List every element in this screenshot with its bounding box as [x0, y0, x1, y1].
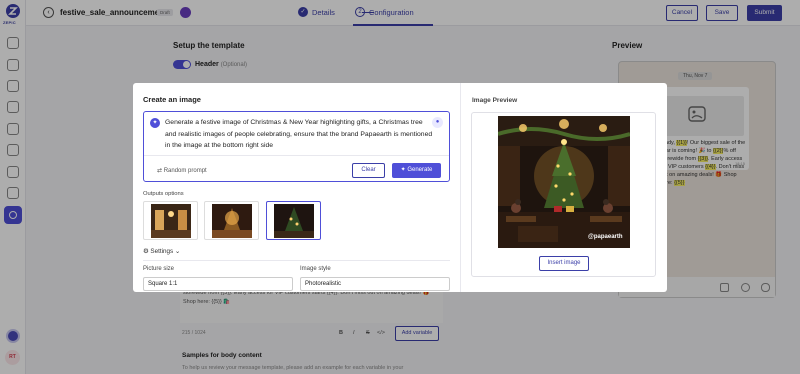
prompt-text[interactable]: Generate a festive image of Christmas & …	[165, 117, 433, 152]
image-style-label: Image style	[300, 266, 331, 272]
insert-image-button[interactable]: Insert image	[539, 256, 589, 271]
picture-size-select[interactable]: Square 1:1	[143, 277, 293, 291]
outputs-label: Outputs options	[143, 191, 184, 197]
image-style-select[interactable]: Photorealistic	[300, 277, 450, 291]
modal-title: Create an image	[143, 95, 201, 104]
christmas-scene-image	[498, 116, 630, 248]
output-option-1[interactable]	[143, 201, 198, 240]
watermark-text: @papaearth	[588, 234, 623, 240]
clear-button[interactable]: Clear	[352, 163, 385, 178]
thumbnail-image	[212, 204, 252, 238]
shuffle-icon: ⇄	[157, 168, 163, 174]
output-option-3-selected[interactable]	[266, 201, 321, 240]
settings-toggle[interactable]: ⚙ Settings ⌄	[143, 248, 180, 255]
generate-button[interactable]: ✦ Generate	[392, 163, 441, 178]
random-prompt-button[interactable]: ⇄ Random prompt	[157, 167, 207, 174]
settings-divider	[143, 260, 450, 261]
thumbnail-image	[151, 204, 191, 238]
picture-size-label: Picture size	[143, 266, 175, 272]
sparkle-icon: ✦	[400, 167, 406, 173]
image-preview-title: Image Preview	[472, 97, 518, 104]
prompt-divider	[144, 155, 449, 156]
random-prompt-label: Random prompt	[163, 168, 207, 174]
gear-icon: ⚙	[143, 248, 149, 255]
generated-image: @papaearth	[498, 116, 630, 248]
modal-divider	[460, 83, 461, 292]
thumbnail-image	[274, 204, 314, 238]
settings-label: Settings	[150, 248, 174, 255]
voice-input-icon[interactable]: ●	[432, 117, 443, 128]
generate-label: Generate	[407, 167, 433, 173]
sparkle-icon: ✦	[150, 118, 160, 128]
chevron-down-icon: ⌄	[174, 248, 181, 255]
output-option-2[interactable]	[204, 201, 259, 240]
